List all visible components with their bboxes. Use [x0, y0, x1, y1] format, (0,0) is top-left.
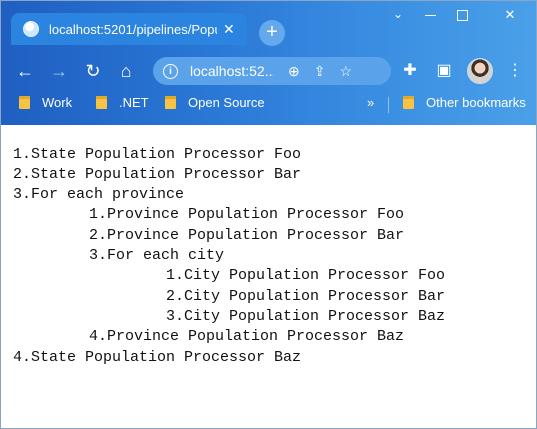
info-icon[interactable]: i [163, 63, 178, 79]
browser-window: localhost:5201/pipelines/Popu ✕ + ⌄ ✕ ← … [0, 0, 537, 429]
zoom-icon[interactable]: ⊕ [288, 63, 300, 80]
tab-title: localhost:5201/pipelines/Popu [49, 21, 217, 37]
address-bar[interactable]: i localhost:52... ⊕ ⇪ ☆ [153, 57, 391, 85]
avatar[interactable] [467, 58, 493, 84]
folder-icon [19, 96, 30, 109]
content-line: 3.For each province [13, 186, 185, 203]
folder-icon [96, 96, 107, 109]
extensions-icon[interactable]: ✚ [398, 59, 422, 83]
bookmark-work[interactable]: Work [19, 95, 72, 110]
maximize-button[interactable] [447, 7, 477, 22]
content-line: 3.City Population Processor Baz [166, 308, 446, 325]
bookmarks-bar: Work .NET Open Source » Other bookmarks [1, 93, 536, 117]
menu-icon[interactable]: ⋮ [503, 59, 527, 83]
browser-tab[interactable]: localhost:5201/pipelines/Popu ✕ [11, 13, 247, 45]
content-line: 1.Province Population Processor Foo [89, 206, 405, 223]
bookmark-label: Work [42, 95, 73, 110]
back-button[interactable]: ← [13, 59, 37, 83]
new-tab-button[interactable]: + [259, 20, 285, 46]
side-panel-icon[interactable]: ▣ [432, 59, 456, 83]
star-icon[interactable]: ☆ [339, 63, 352, 80]
other-bookmarks-label: Other bookmarks [426, 95, 526, 110]
browser-toolbar: ← → ↻ ⌂ i localhost:52... ⊕ ⇪ ☆ ✚ ▣ ⋮ [1, 51, 536, 91]
url-text: localhost:52... [190, 63, 274, 79]
forward-button[interactable]: → [47, 59, 71, 83]
content-line: 2.City Population Processor Bar [166, 288, 446, 305]
bookmark-open-source[interactable]: Open Source [165, 95, 265, 110]
bookmarks-divider [388, 97, 389, 113]
content-line: 4.State Population Processor Baz [13, 349, 302, 366]
close-icon[interactable]: ✕ [223, 22, 235, 36]
more-bookmarks-button[interactable]: » [367, 95, 374, 110]
share-icon[interactable]: ⇪ [314, 63, 326, 80]
content-line: 1.City Population Processor Foo [166, 267, 446, 284]
minimize-button[interactable] [415, 7, 445, 22]
content-line: 4.Province Population Processor Baz [89, 328, 405, 345]
bookmark-label: .NET [119, 95, 149, 110]
bookmark-net[interactable]: .NET [96, 95, 149, 110]
other-bookmarks[interactable]: Other bookmarks [403, 95, 526, 110]
reload-button[interactable]: ↻ [81, 59, 105, 83]
folder-icon [165, 96, 176, 109]
folder-icon [403, 96, 414, 109]
page-content: 1.State Population Processor Foo 2.State… [1, 125, 536, 428]
content-line: 3.For each city [89, 247, 225, 264]
title-bar: localhost:5201/pipelines/Popu ✕ + ⌄ ✕ [1, 1, 536, 46]
close-window-button[interactable]: ✕ [495, 7, 525, 23]
content-line: 2.Province Population Processor Bar [89, 227, 405, 244]
content-line: 1.State Population Processor Foo [13, 146, 302, 163]
globe-icon [23, 21, 39, 37]
bookmark-label: Open Source [188, 95, 265, 110]
chevron-down-icon[interactable]: ⌄ [383, 7, 413, 21]
home-button[interactable]: ⌂ [114, 59, 138, 83]
content-line: 2.State Population Processor Bar [13, 166, 302, 183]
